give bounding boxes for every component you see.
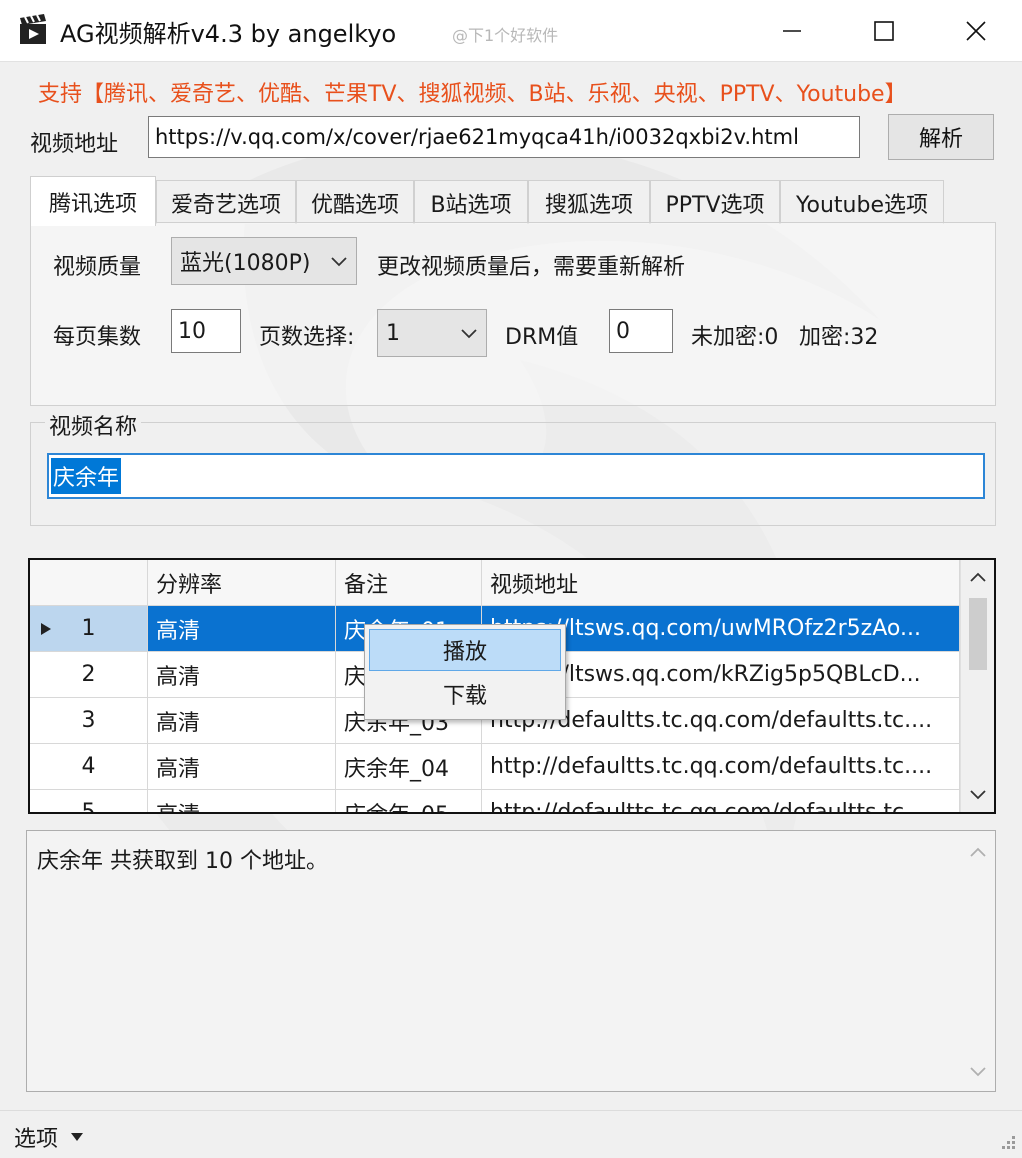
row-number: 5	[30, 790, 148, 812]
chevron-up-icon[interactable]	[969, 570, 987, 584]
url-cell[interactable]: http://defaultts.tc.qq.com/defaultts.tc.…	[482, 790, 960, 812]
tab-tencent[interactable]: 腾讯选项	[30, 176, 156, 226]
row-number-cell: 1	[30, 606, 148, 652]
grid-header-url[interactable]: 视频地址	[482, 560, 960, 606]
status-bar: 选项	[0, 1110, 1022, 1158]
unencrypted-count: 未加密:0	[691, 325, 779, 350]
clapperboard-icon	[20, 14, 46, 44]
chevron-down-icon[interactable]	[969, 788, 987, 802]
quality-select[interactable]: 蓝光(1080P)	[171, 237, 357, 285]
table-row[interactable]: 5 高清 庆余年_05 http://defaultts.tc.qq.com/d…	[30, 790, 960, 812]
tab-iqiyi[interactable]: 爱奇艺选项	[156, 180, 296, 224]
resize-grip-icon[interactable]	[998, 1134, 1016, 1152]
supported-sites-text: 支持【腾讯、爱奇艺、优酷、芒果TV、搜狐视频、B站、乐视、央视、PPTV、You…	[38, 82, 907, 107]
page-select-value: 1	[386, 320, 400, 346]
row-number: 1	[81, 616, 96, 641]
menu-item-play[interactable]: 播放	[369, 629, 561, 671]
log-textarea[interactable]: 庆余年 共获取到 10 个地址。	[26, 830, 996, 1092]
video-name-input[interactable]: 庆余年	[47, 453, 985, 499]
minimize-icon	[783, 30, 801, 32]
window-title: AG视频解析v4.3 by angelkyo	[60, 20, 397, 48]
grid-header-resolution[interactable]: 分辨率	[148, 560, 336, 606]
tab-youtube[interactable]: Youtube选项	[780, 180, 944, 224]
table-row[interactable]: 4 高清 庆余年_04 http://defaultts.tc.qq.com/d…	[30, 744, 960, 790]
minimize-button[interactable]	[746, 0, 838, 62]
row-number: 2	[30, 652, 148, 698]
drm-input[interactable]: 0	[609, 309, 673, 353]
tencent-options-panel: 视频质量 蓝光(1080P) 更改视频质量后，需要重新解析 每页集数 10 页数…	[30, 222, 996, 406]
chevron-up-icon[interactable]	[969, 845, 987, 859]
close-button[interactable]	[930, 0, 1022, 62]
video-name-legend: 视频名称	[45, 409, 142, 441]
video-url-label: 视频地址	[30, 132, 119, 157]
grid-header-note[interactable]: 备注	[336, 560, 482, 606]
triangle-right-icon	[41, 623, 51, 635]
tab-bilibili[interactable]: B站选项	[414, 180, 528, 224]
video-name-value: 庆余年	[51, 458, 122, 494]
page-select[interactable]: 1	[377, 309, 487, 357]
grid-header-index	[30, 560, 148, 606]
resolution-cell[interactable]: 高清	[148, 606, 336, 652]
log-text: 庆余年 共获取到 10 个地址。	[37, 849, 328, 874]
row-number: 4	[30, 744, 148, 790]
per-page-input[interactable]: 10	[171, 309, 241, 353]
maximize-button[interactable]	[838, 0, 930, 62]
tab-sohu[interactable]: 搜狐选项	[528, 180, 650, 224]
options-label: 选项	[14, 1127, 59, 1152]
url-cell[interactable]: http://defaultts.tc.qq.com/defaultts.tc.…	[482, 744, 960, 790]
chevron-down-icon	[461, 329, 477, 339]
page-select-label: 页数选择:	[259, 325, 355, 350]
quality-label: 视频质量	[53, 255, 142, 280]
resolution-cell[interactable]: 高清	[148, 790, 336, 812]
grid-header-row: 分辨率 备注 视频地址	[30, 560, 960, 606]
close-icon	[966, 21, 986, 41]
chevron-down-icon	[331, 257, 347, 267]
note-cell[interactable]: 庆余年_04	[336, 744, 482, 790]
row-number: 3	[30, 698, 148, 744]
resolution-cell[interactable]: 高清	[148, 744, 336, 790]
tab-youku[interactable]: 优酷选项	[296, 180, 414, 224]
title-watermark: @下1个好软件	[452, 26, 559, 45]
note-cell[interactable]: 庆余年_05	[336, 790, 482, 812]
video-name-group: 视频名称 庆余年	[30, 409, 996, 526]
resolution-cell[interactable]: 高清	[148, 698, 336, 744]
grid-scrollbar-thumb[interactable]	[969, 598, 987, 670]
resolution-cell[interactable]: 高清	[148, 652, 336, 698]
tab-pptv[interactable]: PPTV选项	[650, 180, 780, 224]
per-page-label: 每页集数	[53, 325, 142, 350]
video-url-input[interactable]	[148, 116, 860, 158]
options-dropdown-button[interactable]: 选项	[14, 1121, 84, 1153]
quality-hint: 更改视频质量后，需要重新解析	[377, 255, 686, 280]
app-window: AG视频解析v4.3 by angelkyo @下1个好软件 支持【腾讯、爱奇艺…	[0, 0, 1022, 1158]
maximize-icon	[874, 21, 894, 41]
drm-label: DRM值	[505, 325, 579, 350]
quality-select-value: 蓝光(1080P)	[180, 251, 311, 276]
chevron-down-icon[interactable]	[969, 1065, 987, 1079]
caret-down-icon	[71, 1133, 84, 1141]
parse-button[interactable]: 解析	[888, 114, 994, 160]
menu-item-download[interactable]: 下载	[369, 673, 561, 715]
row-context-menu: 播放 下载	[364, 624, 566, 720]
log-scrollbar[interactable]	[961, 831, 995, 1091]
grid-scrollbar[interactable]	[960, 560, 994, 812]
title-bar: AG视频解析v4.3 by angelkyo @下1个好软件	[0, 0, 1022, 62]
encrypted-count: 加密:32	[799, 325, 879, 350]
